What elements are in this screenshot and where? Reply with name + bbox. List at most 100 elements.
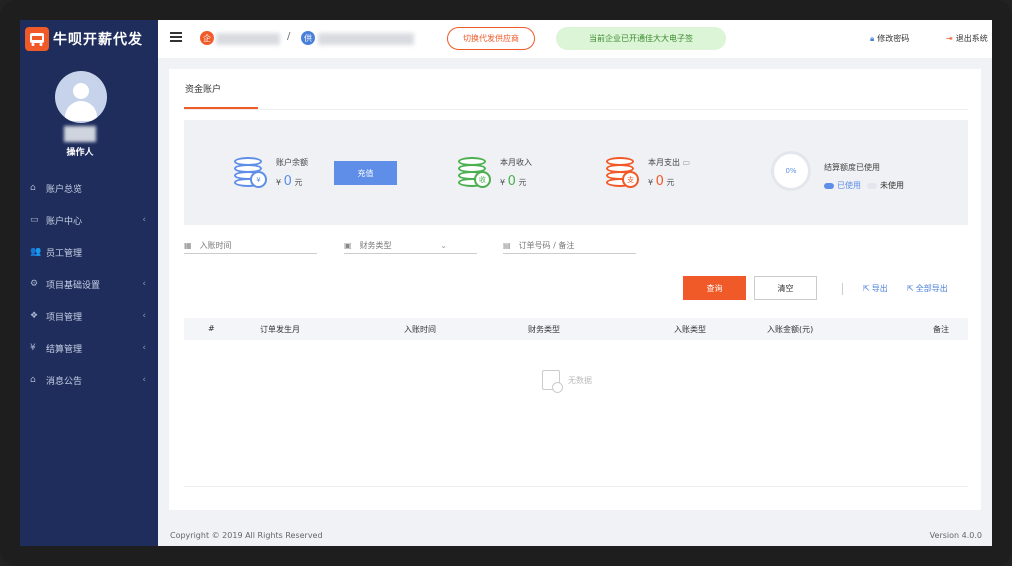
unit-label: 元 — [666, 178, 675, 187]
empty-data-icon — [542, 370, 563, 393]
expense-label: 本月支出 ▭ — [648, 157, 690, 168]
coins-icon: ¥ — [230, 153, 270, 193]
quota-label: 结算额度已使用 — [824, 163, 880, 172]
user-role: 操作人 — [66, 148, 94, 158]
income-stat: 收 本月收入 ¥ 0 元 — [454, 153, 532, 193]
toolbar-divider — [842, 283, 843, 295]
chevron-left-icon: ‹ — [142, 343, 146, 353]
breadcrumb-separator: / — [287, 31, 291, 42]
logout-label: 退出系统 — [955, 34, 988, 43]
app-title: 牛呗开薪代发 — [53, 32, 143, 48]
chevron-left-icon: ‹ — [142, 279, 146, 289]
expense-label-text: 本月支出 — [648, 158, 680, 167]
expense-coins-icon: 支 — [602, 153, 642, 193]
supplier-name-redacted[interactable] — [318, 33, 414, 45]
comment-icon[interactable]: ▭ — [683, 158, 691, 167]
logout-link[interactable]: ⇥ 退出系统 — [946, 33, 988, 44]
column-header: 备注 — [933, 325, 949, 334]
sidebar-item-label: 员工管理 — [46, 248, 83, 259]
menu-toggle-icon[interactable] — [170, 32, 182, 44]
table-header: # 订单发生月 入账时间 财务类型 入账类型 入账金额(元) 备注 — [184, 318, 968, 340]
change-password-label: 修改密码 — [877, 34, 910, 43]
legend-used: 已使用 — [824, 180, 861, 191]
stats-panel: ¥ 账户余额 ¥ 0 元 充值 收 本月收入 ¥ 0 元 支 本月支出 ▭ ¥ … — [184, 120, 968, 225]
chevron-left-icon: ‹ — [142, 215, 146, 225]
finance-type-select[interactable]: ▣ 财务类型 ⌄ — [344, 238, 477, 254]
lock-icon: 🔒︎ — [870, 33, 875, 43]
chevron-down-icon: ⌄ — [440, 241, 447, 250]
column-header: 入账时间 — [404, 325, 436, 334]
avatar[interactable] — [55, 71, 107, 123]
export-button[interactable]: ⇱ 导出 — [863, 283, 888, 294]
income-value: 0 — [507, 174, 516, 189]
expense-value: 0 — [655, 174, 664, 189]
recharge-button[interactable]: 充值 — [334, 161, 397, 185]
table-bottom-border — [184, 486, 968, 487]
chevron-left-icon: ‹ — [142, 311, 146, 321]
sidebar-item-account-overview[interactable]: ⌂ 账户总览 — [20, 172, 158, 204]
currency-prefix: ¥ — [276, 178, 282, 187]
order-search-input[interactable]: ▤ 订单号码 / 备注 — [503, 238, 636, 254]
unit-label: 元 — [294, 178, 303, 187]
export-label: 导出 — [871, 284, 888, 293]
switch-supplier-button[interactable]: 切换代发供应商 — [447, 27, 535, 50]
export-all-button[interactable]: ⇱ 全部导出 — [907, 283, 948, 294]
sidebar-item-employees[interactable]: 👥 员工管理 — [20, 236, 158, 268]
home-icon: ⌂ — [30, 183, 36, 193]
clear-button[interactable]: 清空 — [754, 276, 817, 300]
sidebar-item-label: 账户中心 — [46, 216, 83, 227]
unit-label: 元 — [518, 178, 527, 187]
sidebar: 牛呗开薪代发 操作人 ⌂ 账户总览 ▭ 账户中心 ‹ 👥 员工管理 ⚙ 项目基础设置 ‹ ❖… — [20, 20, 158, 546]
user-name-redacted — [64, 126, 96, 142]
sidebar-item-label: 账户总览 — [46, 184, 83, 195]
income-label: 本月收入 — [500, 158, 532, 167]
sidebar-item-project-settings[interactable]: ⚙ 项目基础设置 ‹ — [20, 268, 158, 300]
supplier-icon: 供 — [301, 31, 315, 45]
logo: 牛呗开薪代发 — [25, 27, 143, 51]
chevron-left-icon: ‹ — [142, 375, 146, 385]
export-all-icon: ⇱ — [907, 284, 914, 293]
sidebar-item-label: 结算管理 — [46, 344, 83, 355]
company-name-redacted[interactable] — [216, 33, 280, 45]
column-header: # — [208, 324, 215, 333]
legend-unused: 未使用 — [867, 180, 904, 191]
app-screen: 牛呗开薪代发 操作人 ⌂ 账户总览 ▭ 账户中心 ‹ 👥 员工管理 ⚙ 项目基础设置 ‹ ❖… — [20, 20, 992, 546]
top-bar: 企 / 供 切换代发供应商 当前企业已开通佳大大电子签 🔒︎ 修改密码 ⇥ 退出系统 — [158, 20, 992, 58]
date-filter[interactable]: ▦ 入账时间 — [184, 238, 317, 254]
logout-icon: ⇥ — [946, 34, 953, 43]
expense-stat: 支 本月支出 ▭ ¥ 0 元 — [602, 153, 690, 193]
column-header: 财务类型 — [528, 325, 560, 334]
gear-icon: ⚙ — [30, 279, 39, 289]
currency-prefix: ¥ — [500, 178, 506, 187]
yen-icon: ¥ — [30, 343, 36, 353]
card-icon: ▭ — [30, 215, 39, 225]
sidebar-item-label: 项目基础设置 — [46, 280, 101, 291]
sidebar-item-label: 项目管理 — [46, 312, 83, 323]
change-password-link[interactable]: 🔒︎ 修改密码 — [870, 33, 909, 44]
main-content: 资金账户 ¥ 账户余额 ¥ 0 元 充值 收 本月收入 ¥ 0 元 支 本月支出… — [169, 69, 981, 510]
sidebar-item-announcements[interactable]: ⌂ 消息公告 ‹ — [20, 364, 158, 396]
tab-fund-account[interactable]: 资金账户 — [185, 82, 221, 95]
balance-label: 账户余额 — [276, 158, 308, 167]
export-icon: ⇱ — [863, 284, 870, 293]
esign-notice-badge: 当前企业已开通佳大大电子签 — [556, 27, 726, 50]
wallet-icon: ▣ — [344, 241, 352, 250]
income-coins-icon: 收 — [454, 153, 494, 193]
sidebar-item-label: 消息公告 — [46, 376, 83, 387]
type-filter-placeholder: 财务类型 — [359, 241, 392, 250]
sidebar-item-account-center[interactable]: ▭ 账户中心 ‹ — [20, 204, 158, 236]
logo-icon — [25, 27, 49, 51]
footer: Copyright © 2019 All Rights Reserved Ver… — [158, 526, 992, 546]
quota-gauge: 0% — [771, 151, 811, 191]
tab-divider — [184, 109, 968, 110]
empty-text: 无数据 — [568, 375, 592, 385]
users-icon: 👥 — [30, 247, 42, 257]
order-filter-placeholder: 订单号码 / 备注 — [518, 241, 575, 250]
copyright: Copyright © 2019 All Rights Reserved — [170, 531, 323, 540]
legend-used-label: 已使用 — [837, 181, 861, 190]
sidebar-item-projects[interactable]: ❖ 项目管理 ‹ — [20, 300, 158, 332]
legend-unused-label: 未使用 — [880, 181, 904, 190]
sidebar-item-settlement[interactable]: ¥ 结算管理 ‹ — [20, 332, 158, 364]
query-button[interactable]: 查询 — [683, 276, 746, 300]
currency-prefix: ¥ — [648, 178, 654, 187]
